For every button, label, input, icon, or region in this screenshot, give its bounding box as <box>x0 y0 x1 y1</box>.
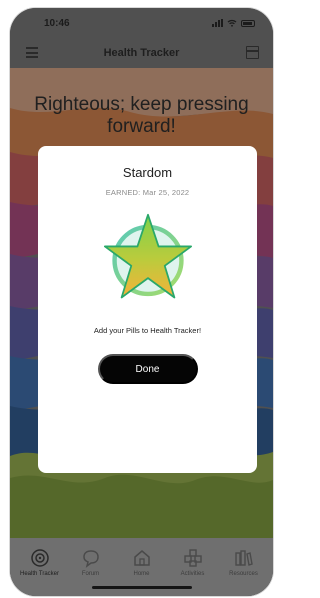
done-button[interactable]: Done <box>97 354 198 384</box>
battery-icon <box>241 19 255 27</box>
award-earned-date: EARNED: Mar 25, 2022 <box>105 188 190 197</box>
status-bar: 10:46 <box>10 8 273 38</box>
home-indicator[interactable] <box>92 586 192 589</box>
chat-bubble-icon <box>82 550 99 568</box>
calendar-icon[interactable] <box>246 46 259 59</box>
tab-resources[interactable]: Resources <box>220 548 268 596</box>
hamburger-menu-icon[interactable] <box>26 47 38 58</box>
star-badge-icon <box>103 213 192 299</box>
wifi-icon <box>227 19 237 27</box>
tab-label: Resources <box>229 571 258 577</box>
nav-bar: Health Tracker <box>10 38 273 68</box>
resources-icon <box>234 550 253 566</box>
award-message: Add your Pills to Health Tracker! <box>93 326 202 335</box>
motivation-heading: Righteous; keep pressing forward! <box>34 94 249 137</box>
phone-screen: 10:46 Health Tracker Righteous; keep pre… <box>10 8 273 596</box>
tab-health-tracker[interactable]: Health Tracker <box>16 548 64 596</box>
award-title: Stardom <box>122 165 173 180</box>
status-time: 10:46 <box>44 17 70 29</box>
nav-title: Health Tracker <box>103 47 180 59</box>
tracker-icon <box>30 549 49 567</box>
tab-label: Forum <box>81 571 100 577</box>
tab-label: Activities <box>180 571 205 577</box>
signal-icon <box>212 19 223 27</box>
activities-icon <box>183 549 202 567</box>
tab-label: Health Tracker <box>19 571 59 577</box>
tab-label: Home <box>133 571 150 577</box>
award-modal: Stardom EARNED: Mar 25, 2022 Add your Pi… <box>38 146 257 473</box>
home-icon <box>133 550 150 566</box>
status-icons <box>212 19 255 27</box>
